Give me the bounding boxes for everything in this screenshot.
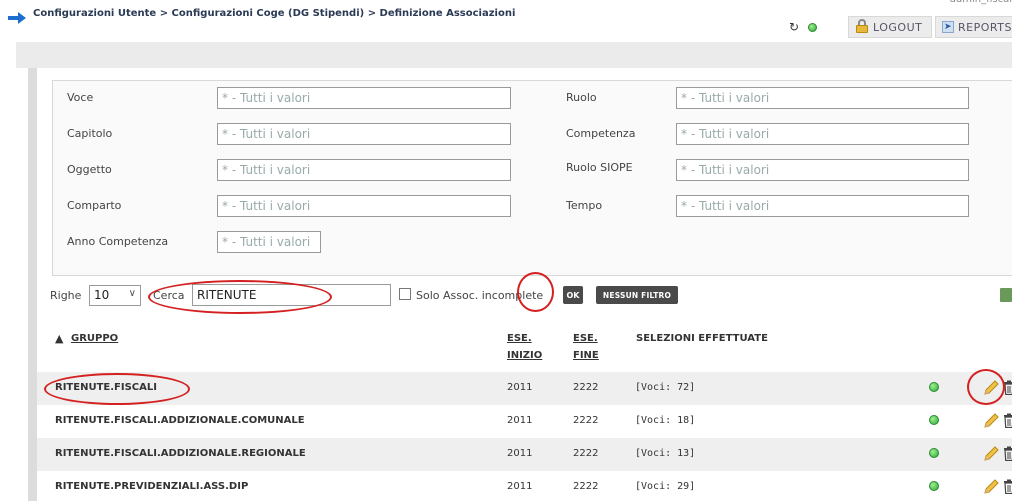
righe-label: Righe bbox=[50, 289, 82, 302]
row-ese-fine: 2222 bbox=[573, 481, 599, 492]
edit-pencil-icon[interactable] bbox=[982, 412, 1000, 430]
status-ok-icon bbox=[929, 415, 939, 425]
rows-per-page-select[interactable]: 10 ∨ bbox=[89, 285, 141, 306]
export-excel-icon[interactable] bbox=[1000, 288, 1012, 302]
column-header-ese-inizio-2[interactable]: INIZIO bbox=[507, 350, 542, 361]
arrow-right-icon bbox=[8, 12, 26, 24]
cerca-label: Cerca bbox=[153, 289, 185, 302]
row-ese-inizio: 2011 bbox=[507, 448, 533, 459]
table-row[interactable]: RITENUTE.FISCALI.ADDIZIONALE.COMUNALE 20… bbox=[37, 405, 1012, 438]
row-ese-fine: 2222 bbox=[573, 415, 599, 426]
connection-status-icon bbox=[808, 23, 817, 32]
lock-icon bbox=[855, 19, 869, 33]
search-input[interactable]: RITENUTE bbox=[192, 284, 391, 306]
capitolo-field[interactable]: * - Tutti i valori bbox=[217, 123, 511, 145]
row-gruppo: RITENUTE.PREVIDENZIALI.ASS.DIP bbox=[55, 481, 249, 492]
table-row[interactable]: RITENUTE.FISCALI.ADDIZIONALE.REGIONALE 2… bbox=[37, 438, 1012, 471]
delete-trash-icon[interactable] bbox=[1003, 413, 1012, 428]
delete-trash-icon[interactable] bbox=[1003, 479, 1012, 494]
logout-label: LOGOUT bbox=[873, 20, 923, 34]
comparto-field[interactable]: * - Tutti i valori bbox=[217, 195, 511, 217]
filter-panel: Voce * - Tutti i valori Ruolo * - Tutti … bbox=[37, 68, 1012, 276]
row-selezioni: [Voci: 18] bbox=[635, 415, 696, 426]
competenza-field[interactable]: * - Tutti i valori bbox=[676, 123, 969, 145]
table-row[interactable]: RITENUTE.FISCALI 2011 2222 [Voci: 72] bbox=[37, 372, 1012, 405]
column-header-ese-inizio-1[interactable]: ESE. bbox=[507, 333, 532, 344]
column-header-gruppo[interactable]: GRUPPO bbox=[71, 333, 118, 344]
edit-pencil-icon[interactable] bbox=[982, 379, 1000, 397]
row-ese-inizio: 2011 bbox=[507, 415, 533, 426]
ruolo-label: Ruolo bbox=[566, 91, 597, 104]
oggetto-field[interactable]: * - Tutti i valori bbox=[217, 159, 511, 181]
page-header: Configurazioni Utente > Configurazioni C… bbox=[0, 0, 1012, 42]
voce-label: Voce bbox=[67, 91, 94, 104]
export-icons bbox=[1000, 288, 1012, 302]
top-band bbox=[16, 42, 1012, 68]
status-ok-icon bbox=[929, 448, 939, 458]
reports-label: REPORTS bbox=[958, 20, 1012, 34]
ruolo-siope-field[interactable]: * - Tutti i valori bbox=[676, 159, 969, 181]
status-ok-icon bbox=[929, 382, 939, 392]
chevron-down-icon: ∨ bbox=[128, 288, 136, 299]
row-gruppo: RITENUTE.FISCALI.ADDIZIONALE.COMUNALE bbox=[55, 415, 305, 426]
logout-button[interactable]: LOGOUT bbox=[848, 16, 932, 38]
table-row[interactable]: RITENUTE.PREVIDENZIALI.ASS.DIP 2011 2222… bbox=[37, 471, 1012, 501]
row-ese-fine: 2222 bbox=[573, 448, 599, 459]
breadcrumb: Configurazioni Utente > Configurazioni C… bbox=[33, 8, 516, 19]
clear-filter-button[interactable]: NESSUN FILTRO bbox=[596, 286, 678, 304]
ok-button[interactable]: OK bbox=[563, 286, 583, 304]
column-header-ese-fine-1[interactable]: ESE. bbox=[573, 333, 598, 344]
row-ese-fine: 2222 bbox=[573, 382, 599, 393]
delete-trash-icon[interactable] bbox=[1003, 380, 1012, 395]
edit-pencil-icon[interactable] bbox=[982, 445, 1000, 463]
capitolo-label: Capitolo bbox=[67, 127, 113, 140]
filter-box: Voce * - Tutti i valori Ruolo * - Tutti … bbox=[52, 80, 1012, 276]
ruolo-siope-label: Ruolo SIOPE bbox=[566, 161, 633, 174]
oggetto-label: Oggetto bbox=[67, 163, 112, 176]
reports-icon: ➤ bbox=[942, 21, 954, 33]
tempo-label: Tempo bbox=[566, 199, 603, 212]
tempo-field[interactable]: * - Tutti i valori bbox=[676, 195, 969, 217]
user-name-fragment: admin_fiscal bbox=[950, 0, 1012, 5]
refresh-icon[interactable]: ↻ bbox=[789, 20, 799, 34]
rows-per-page-value: 10 bbox=[94, 288, 110, 302]
anno-competenza-label: Anno Competenza bbox=[67, 235, 169, 248]
row-selezioni: [Voci: 29] bbox=[635, 481, 696, 492]
search-toolbar: Righe 10 ∨ Cerca RITENUTE Solo Assoc. in… bbox=[37, 276, 1012, 316]
column-header-selezioni: SELEZIONI EFFETTUATE bbox=[636, 333, 768, 344]
row-gruppo: RITENUTE.FISCALI.ADDIZIONALE.REGIONALE bbox=[55, 448, 306, 459]
row-ese-inizio: 2011 bbox=[507, 382, 533, 393]
sort-asc-icon[interactable]: ▲ bbox=[55, 332, 63, 345]
delete-trash-icon[interactable] bbox=[1003, 446, 1012, 461]
row-selezioni: [Voci: 72] bbox=[635, 382, 696, 393]
row-gruppo: RITENUTE.FISCALI bbox=[55, 382, 157, 393]
edit-pencil-icon[interactable] bbox=[982, 478, 1000, 496]
row-ese-inizio: 2011 bbox=[507, 481, 533, 492]
column-header-ese-fine-2[interactable]: FINE bbox=[573, 350, 599, 361]
incomplete-only-checkbox[interactable] bbox=[399, 288, 411, 300]
left-sidebar-strip bbox=[28, 68, 37, 501]
ruolo-field[interactable]: * - Tutti i valori bbox=[676, 87, 969, 109]
reports-button[interactable]: ➤ REPORTS bbox=[935, 16, 1012, 38]
incomplete-only-label: Solo Assoc. incomplete bbox=[416, 289, 544, 302]
status-ok-icon bbox=[929, 481, 939, 491]
voce-field[interactable]: * - Tutti i valori bbox=[217, 87, 511, 109]
row-selezioni: [Voci: 13] bbox=[635, 448, 696, 459]
anno-competenza-field[interactable]: * - Tutti i valori bbox=[217, 231, 321, 253]
competenza-label: Competenza bbox=[566, 127, 636, 140]
comparto-label: Comparto bbox=[67, 199, 122, 212]
